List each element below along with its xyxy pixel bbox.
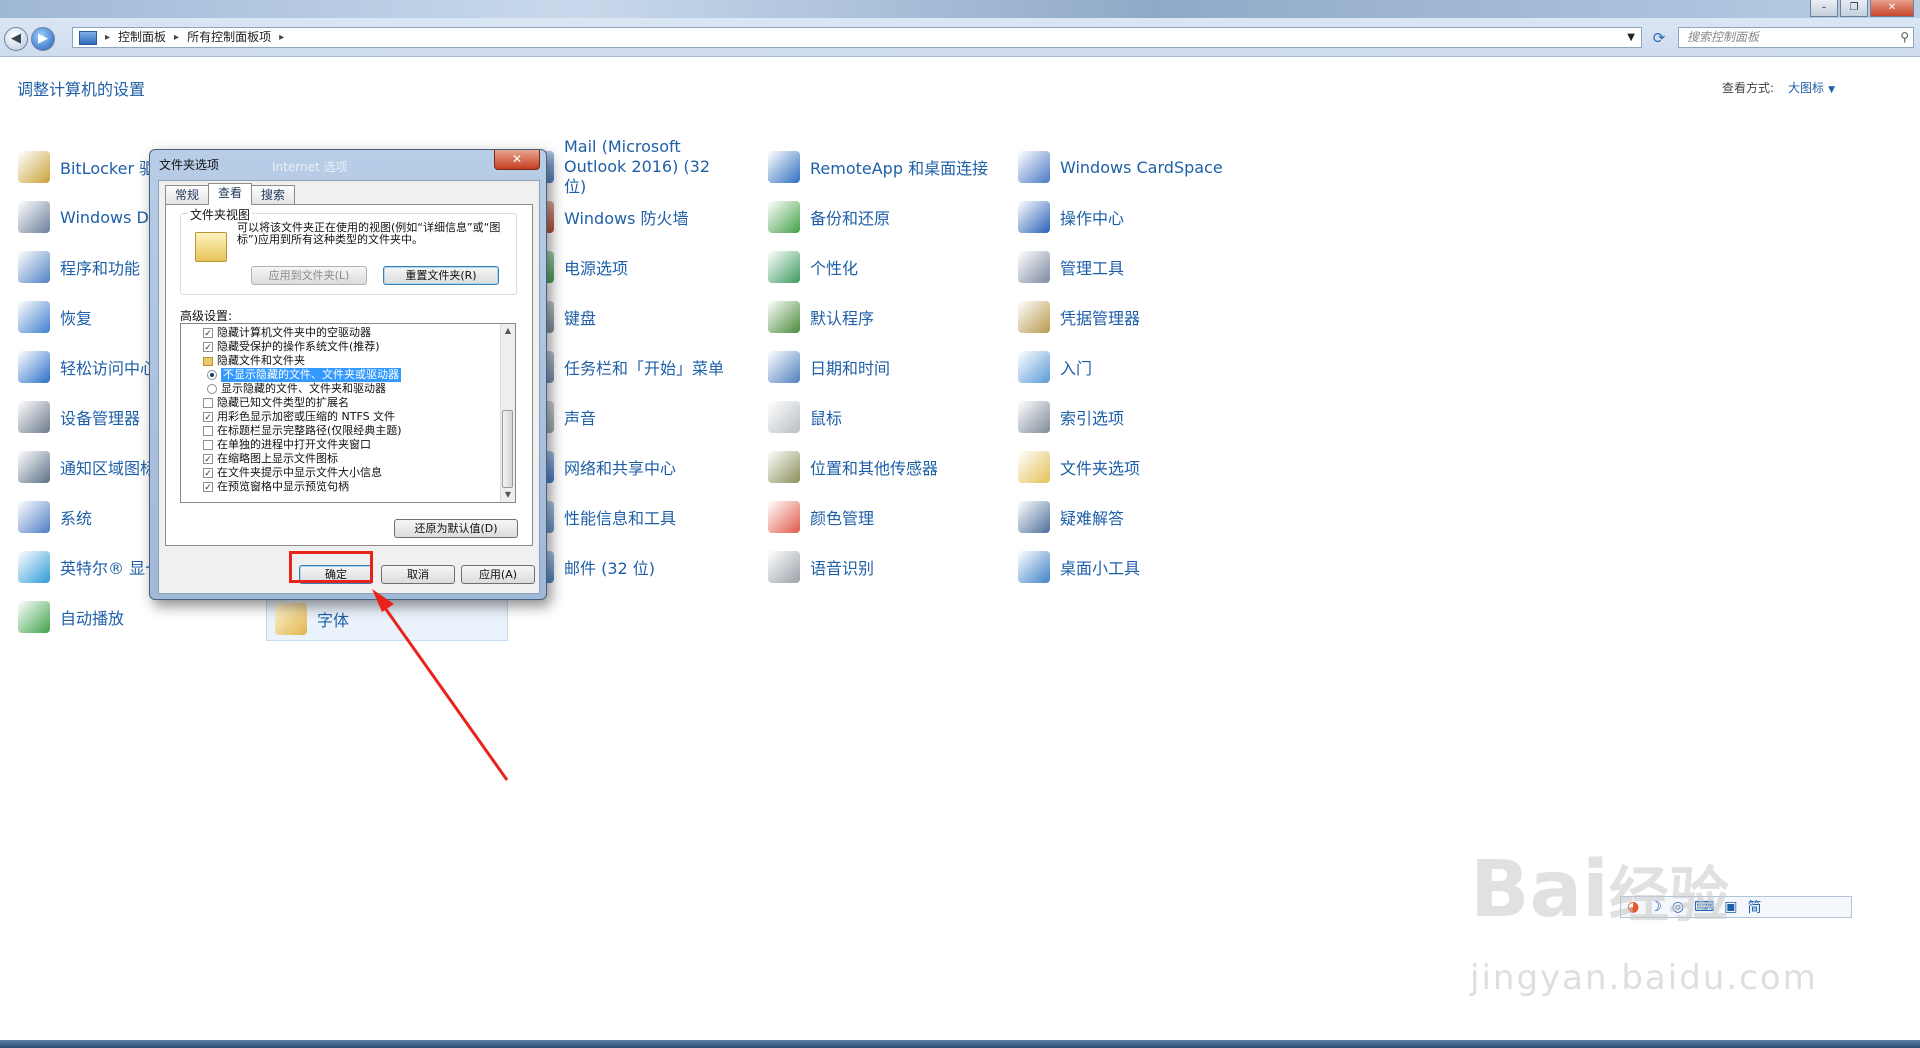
tab-view[interactable]: 查看 (208, 183, 253, 205)
ime-language-label[interactable]: 简 (1747, 897, 1761, 917)
taskbar (0, 1040, 1920, 1048)
baidu-watermark: Bai经验 (1470, 845, 1729, 935)
baidu-watermark-url: jingyan.baidu.com (1470, 958, 1818, 998)
